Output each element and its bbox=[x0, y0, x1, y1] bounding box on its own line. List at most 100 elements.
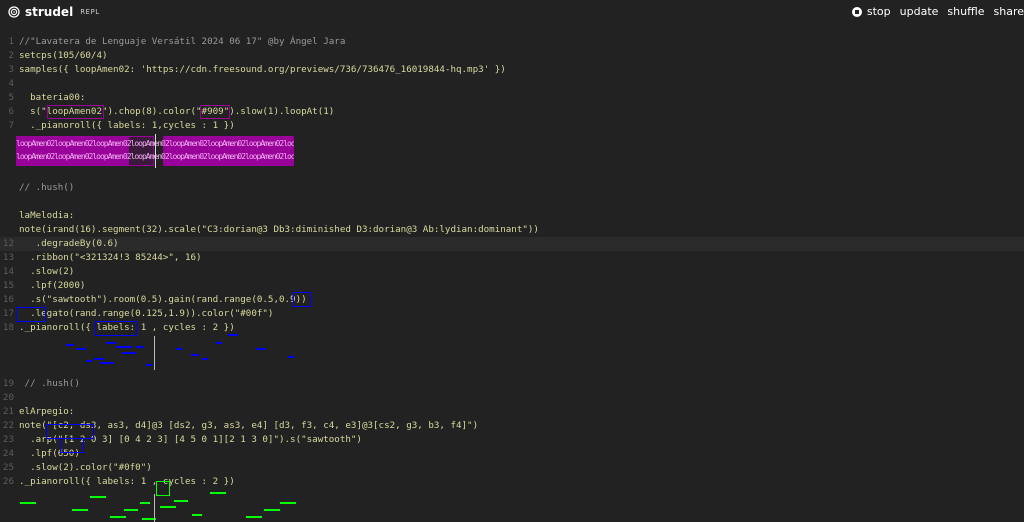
code-text[interactable]: .slow(2) bbox=[19, 265, 74, 279]
code-text[interactable]: laMelodia: bbox=[19, 209, 74, 223]
line-number: 16 bbox=[2, 294, 14, 305]
code-line[interactable]: laMelodia: bbox=[0, 209, 1024, 223]
code-text[interactable]: // .hush() bbox=[19, 181, 74, 195]
pianoroll-note bbox=[116, 346, 132, 348]
app-name: strudel bbox=[25, 5, 74, 19]
pianoroll-note bbox=[256, 348, 266, 350]
code-line[interactable]: 17 .legato(rand.range(0.125,1.9)).color(… bbox=[0, 307, 1024, 321]
pianoroll-note bbox=[202, 358, 208, 360]
app-tag: REPL bbox=[80, 8, 100, 16]
pianoroll-note bbox=[122, 352, 136, 354]
line-number: 4 bbox=[8, 78, 14, 89]
code-text[interactable]: // .hush() bbox=[19, 377, 80, 391]
stop-button[interactable]: stop bbox=[851, 5, 891, 18]
code-line[interactable]: 21 elArpegio: bbox=[0, 405, 1024, 419]
line-number: 6 bbox=[8, 106, 14, 117]
code-line[interactable]: 14 .slow(2) bbox=[0, 265, 1024, 279]
pianoroll-note bbox=[192, 514, 202, 516]
code-text[interactable]: .ribbon("<321324!3 85244>", 16) bbox=[19, 251, 201, 265]
pianoroll-note bbox=[110, 516, 126, 518]
line-number: 3 bbox=[8, 64, 14, 75]
pianoroll-note bbox=[66, 344, 74, 346]
pianoroll-note bbox=[90, 496, 106, 498]
line-number: 21 bbox=[2, 406, 14, 417]
code-line[interactable]: 22 note("[c2, ds3, as3, d4]@3 [ds2, g3, a… bbox=[0, 419, 1024, 433]
line-number: 2 bbox=[8, 50, 14, 61]
share-button[interactable]: share bbox=[994, 5, 1024, 18]
code-text[interactable]: setcps(105/60/4) bbox=[19, 49, 108, 63]
shuffle-button[interactable]: shuffle bbox=[947, 5, 984, 18]
code-text[interactable]: .legato(rand.range(0.125,1.9)).color("#0… bbox=[19, 307, 273, 321]
line-number: 14 bbox=[2, 266, 14, 277]
code-line[interactable]: 15 .lpf(2000) bbox=[0, 279, 1024, 293]
code-line[interactable]: 23 .arp("[1 2 0 3] [0 4 2 3] [4 5 0 1][2… bbox=[0, 433, 1024, 447]
code-text[interactable]: note(irand(16).segment(32).scale("C3:dor… bbox=[19, 223, 539, 237]
code-text[interactable]: bateria00: bbox=[19, 91, 85, 105]
code-line[interactable]: 4 bbox=[0, 77, 1024, 91]
line-number: 25 bbox=[2, 462, 14, 473]
pianoroll-note bbox=[264, 509, 280, 511]
pianoroll-note bbox=[76, 348, 86, 350]
code-line[interactable]: 20 bbox=[0, 391, 1024, 405]
highlight-cycles-green bbox=[156, 481, 170, 496]
code-line[interactable]: 6 s("loopAmen02").chop(8).color("#909").… bbox=[0, 105, 1024, 119]
code-line[interactable]: 19 // .hush() bbox=[0, 377, 1024, 391]
pianoroll-note bbox=[124, 509, 138, 511]
pianoroll-note bbox=[146, 364, 152, 366]
stop-label: stop bbox=[866, 5, 891, 18]
line-number: 23 bbox=[2, 434, 14, 445]
code-text[interactable]: ._pianoroll({ labels: 1,cycles : 1 }) bbox=[19, 119, 235, 133]
line-number: 22 bbox=[2, 420, 14, 431]
code-text[interactable]: elArpegio: bbox=[19, 405, 74, 419]
code-line[interactable]: 5 bateria00: bbox=[0, 91, 1024, 105]
line-number: 12 bbox=[2, 238, 14, 249]
code-line[interactable]: 13 .ribbon("<321324!3 85244>", 16) bbox=[0, 251, 1024, 265]
code-text[interactable]: .s("sawtooth").room(0.5).gain(rand.range… bbox=[19, 293, 307, 307]
highlight-legato bbox=[16, 307, 46, 322]
code-line[interactable]: 3 samples({ loopAmen02: 'https://cdn.free… bbox=[0, 63, 1024, 77]
top-bar: strudel REPL stop update shuffle share bbox=[0, 0, 1024, 26]
pianoroll-note bbox=[136, 346, 144, 348]
pianoroll-note bbox=[191, 354, 199, 356]
code-text[interactable]: .lpf(2000) bbox=[19, 279, 85, 293]
code-text[interactable]: ._pianoroll({ labels: 1 , cycles : 2 }) bbox=[19, 475, 235, 489]
line-number: 18 bbox=[2, 322, 14, 333]
pianoroll-note bbox=[288, 356, 294, 358]
pianoroll-arpeggio bbox=[16, 492, 316, 522]
drum-playhead bbox=[155, 134, 156, 168]
line-number: 13 bbox=[2, 252, 14, 263]
pianoroll-note bbox=[280, 502, 296, 504]
line-number: 1 bbox=[8, 36, 14, 47]
line-number: 17 bbox=[2, 308, 14, 319]
code-line[interactable] bbox=[0, 195, 1024, 209]
arpeggio-playhead bbox=[154, 494, 155, 522]
line-number: 5 bbox=[8, 92, 14, 103]
code-line[interactable]: 16 .s("sawtooth").room(0.5).gain(rand.ra… bbox=[0, 293, 1024, 307]
code-line[interactable]: 1 //"Lavatera de Lenguaje Versátil 2024 0… bbox=[0, 35, 1024, 49]
code-line[interactable]: 7 ._pianoroll({ labels: 1,cycles : 1 }) bbox=[0, 119, 1024, 133]
code-line[interactable]: 26 ._pianoroll({ labels: 1 , cycles : 2 }… bbox=[0, 475, 1024, 489]
code-text[interactable]: .slow(2).color("#0f0") bbox=[19, 461, 152, 475]
code-line[interactable]: 25 .slow(2).color("#0f0") bbox=[0, 461, 1024, 475]
pianoroll-melody bbox=[16, 334, 316, 372]
code-text[interactable]: samples({ loopAmen02: 'https://cdn.frees… bbox=[19, 63, 506, 77]
line-number: 20 bbox=[2, 392, 14, 403]
code-line[interactable]: 12 .degradeBy(0.6) bbox=[0, 237, 1024, 251]
update-button[interactable]: update bbox=[900, 5, 939, 18]
nav-menu: stop update shuffle share bbox=[851, 5, 1024, 18]
pianoroll-note bbox=[160, 506, 176, 508]
code-line[interactable]: 2 setcps(105/60/4) bbox=[0, 49, 1024, 63]
code-line[interactable]: note(irand(16).segment(32).scale("C3:dor… bbox=[0, 223, 1024, 237]
pianoroll-note bbox=[86, 360, 92, 362]
line-number: 15 bbox=[2, 280, 14, 291]
code-text[interactable]: //"Lavatera de Lenguaje Versátil 2024 06… bbox=[19, 35, 345, 49]
highlight-loopamen bbox=[47, 105, 104, 119]
code-text[interactable]: .degradeBy(0.6) bbox=[19, 237, 119, 251]
code-line[interactable]: // .hush() bbox=[0, 181, 1024, 195]
pianoroll-note bbox=[100, 362, 114, 364]
brand[interactable]: strudel REPL bbox=[8, 5, 100, 19]
code-line[interactable]: 24 .lpf(650) bbox=[0, 447, 1024, 461]
code-line[interactable]: 18 ._pianoroll({ labels: 1 , cycles : 2 }… bbox=[0, 321, 1024, 335]
pianoroll-note bbox=[210, 492, 226, 494]
highlight-color-909 bbox=[200, 105, 230, 119]
